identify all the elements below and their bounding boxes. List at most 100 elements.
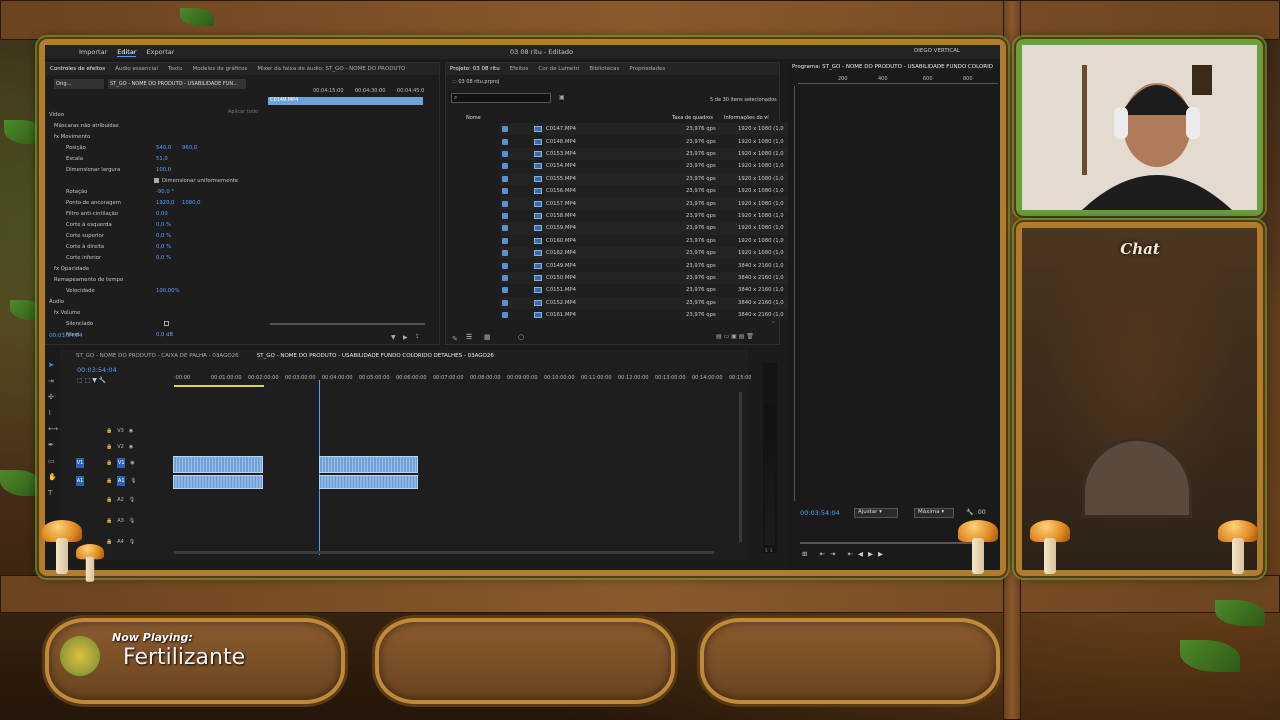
eye-icon[interactable]: ◉ (130, 460, 134, 466)
tab-effect-controls[interactable]: Controles de efeitos (50, 66, 105, 72)
sequence-dropdown[interactable]: ST_GO - NOME DO PRODUTO - USABILIDADE FU… (108, 79, 246, 89)
effect-scrollbar[interactable] (270, 323, 425, 325)
eye-icon[interactable]: ◉ (129, 444, 133, 450)
effect-property-row[interactable]: fx Movimento (54, 131, 261, 142)
file-label-color[interactable] (502, 287, 508, 294)
file-label-color[interactable] (502, 200, 508, 207)
list-view-icon[interactable]: ☰ (466, 333, 472, 341)
tab-text[interactable]: Texto (168, 66, 183, 72)
lock-icon[interactable]: 🔒 (106, 460, 112, 466)
file-row[interactable]: C0157.MP4 23,976 qps 1920 x 1080 (1,0 (500, 197, 812, 210)
file-label-color[interactable] (502, 138, 508, 145)
track-id[interactable]: V3 (117, 428, 124, 434)
effect-property-row[interactable]: Nível 0,0 dB (66, 329, 261, 340)
effect-property-value[interactable]: 0,0 % (156, 222, 182, 228)
tab-graphics-templates[interactable]: Modelos de gráficos (192, 66, 247, 72)
lock-icon[interactable]: 🔒 (106, 478, 112, 484)
file-label-color[interactable] (502, 188, 508, 195)
effect-timecode[interactable]: 00:03:54:04 (49, 333, 83, 339)
file-row[interactable]: C0147.MP4 23,976 qps 1920 x 1080 (1,0 (500, 123, 812, 136)
mute-checkbox[interactable] (164, 321, 169, 326)
column-video-info[interactable]: Informações do ví (724, 115, 769, 121)
step-forward-icon[interactable]: ▶ (878, 550, 888, 558)
tab-properties[interactable]: Propriedades (629, 66, 665, 72)
track-header[interactable]: 🔒 V2 ◉ (60, 439, 190, 454)
effect-property-value[interactable]: -90,0 ° (156, 189, 182, 195)
lock-icon[interactable]: 🔒 (106, 428, 112, 434)
file-label-color[interactable] (502, 150, 508, 157)
track-id[interactable]: A2 (117, 497, 124, 503)
effect-property-value[interactable]: 51,0 (156, 156, 182, 162)
program-timecode[interactable]: 00:03:54:04 (800, 509, 840, 517)
file-row[interactable]: C0159.MP4 23,976 qps 1920 x 1080 (1,0 (500, 222, 812, 235)
source-patch[interactable]: V1 (76, 457, 84, 468)
effect-property-row[interactable]: Ponto de ancoragem 1920,0 1080,0 (66, 197, 261, 208)
tab-sequence-caixa[interactable]: ST_GO - NOME DO PRODUTO - CAIXA DE PALHA… (76, 353, 239, 359)
menu-editar[interactable]: Editar (117, 48, 137, 57)
effect-property-value[interactable]: 0,00 (156, 211, 182, 217)
workspace-name[interactable]: DIEGO VERTICAL (914, 48, 960, 54)
file-row[interactable]: C0161.MP4 23,976 qps 3840 x 2160 (1,0 (500, 309, 812, 322)
file-row[interactable]: C0149.MP4 23,976 qps 3840 x 2160 (1,0 (500, 259, 812, 272)
zoom-slider[interactable]: ○ (518, 333, 524, 341)
effect-property-row[interactable]: Rotação -90,0 ° (66, 186, 261, 197)
lock-icon[interactable]: 🔒 (106, 444, 112, 450)
video-clip[interactable] (319, 456, 418, 473)
track-id[interactable]: A3 (117, 518, 124, 524)
effect-property-row[interactable]: fx Volume (54, 307, 261, 318)
lock-icon[interactable]: 🔒 (106, 497, 112, 503)
project-search-input[interactable]: ⌕ (451, 93, 551, 103)
effect-property-value[interactable]: 100,00% (156, 288, 182, 294)
play-icon[interactable]: ▶ (868, 550, 878, 558)
file-row[interactable]: C0153.MP4 23,976 qps 1920 x 1080 (1,0 (500, 147, 812, 161)
effect-property-row[interactable]: Escala 51,0 (66, 153, 261, 164)
source-patch[interactable]: A1 (76, 475, 84, 486)
tab-effects[interactable]: Efeitos (510, 66, 529, 72)
effect-property-row[interactable]: Velocidade 100,00% (66, 285, 261, 296)
file-label-color[interactable] (502, 225, 508, 232)
file-label-color[interactable] (502, 163, 508, 170)
project-bottom-icons[interactable]: ▤ ▭ ▣ ▤ 🗑 (716, 333, 754, 340)
effect-property-value[interactable]: 1080,0 (182, 200, 208, 206)
mark-out-icon[interactable]: ⇥ (830, 550, 840, 558)
file-row[interactable]: C0155.MP4 23,976 qps 1920 x 1080 (1,0 (500, 172, 812, 185)
effect-property-row[interactable]: Corte à direita 0,0 % (66, 241, 261, 252)
settings-icon[interactable]: 🔧 (99, 377, 106, 384)
tab-audio-mixer[interactable]: Mixer da faixa de áudio: ST_GO - NOME DO… (257, 66, 405, 72)
eye-icon[interactable]: ◉ (129, 428, 133, 434)
track-select-tool-icon[interactable]: ⇥ (48, 377, 56, 385)
effect-property-row[interactable]: Dimensionar uniformemente (154, 175, 349, 186)
effect-property-value[interactable]: 540,0 (156, 145, 182, 151)
new-bin-icon[interactable]: ▣ (559, 94, 565, 101)
effect-property-row[interactable]: Corte superior 0,0 % (66, 230, 261, 241)
column-name[interactable]: Nome (466, 115, 481, 121)
effect-property-value[interactable]: 100,0 (156, 167, 182, 173)
play-only-audio-icon[interactable]: ▶ (403, 334, 408, 341)
effect-clip-bar[interactable]: C0149.MP4 (268, 97, 423, 105)
mic-icon[interactable]: 🎙 (130, 478, 136, 484)
lock-icon[interactable]: 🔒 (106, 518, 112, 524)
file-row[interactable]: C0160.MP4 23,976 qps 1920 x 1080 (1,0 (500, 234, 812, 247)
file-label-color[interactable] (502, 250, 508, 257)
effect-property-row[interactable]: Filtro anti-cintilação 0,00 (66, 208, 261, 219)
effect-property-row[interactable]: Vídeo (49, 109, 261, 120)
menu-exportar[interactable]: Exportar (146, 48, 174, 56)
add-marker-icon[interactable]: ▼ (92, 377, 97, 384)
track-header[interactable]: V1 🔒 V1 ◉ (60, 455, 190, 470)
file-row[interactable]: C0162.MP4 23,976 qps 1920 x 1080 (1,0 (500, 247, 812, 260)
file-row[interactable]: C0158.MP4 23,976 qps 1920 x 1080 (1,0 (500, 209, 812, 223)
uniform-scale-checkbox[interactable] (154, 178, 159, 183)
insert-icon[interactable]: ⊞ (802, 550, 812, 558)
export-frame-icon[interactable]: ⇪ (415, 333, 420, 340)
timeline-timecode[interactable]: 00:03:54:04 (77, 366, 117, 374)
ripple-tool-icon[interactable]: ✣ (48, 393, 56, 401)
file-label-color[interactable] (502, 126, 508, 133)
source-dropdown[interactable]: Orig... (54, 79, 104, 89)
lock-icon[interactable]: 🔒 (106, 539, 112, 545)
linked-selection-icon[interactable]: ⬚ (85, 377, 91, 384)
mic-icon[interactable]: 🎙 (129, 497, 135, 503)
mic-icon[interactable]: 🎙 (129, 539, 135, 545)
file-row[interactable]: C0154.MP4 23,976 qps 1920 x 1080 (1,0 (500, 160, 812, 173)
work-area-bar[interactable] (174, 385, 264, 387)
tab-sequence-usabilidade[interactable]: ST_GO - NOME DO PRODUTO - USABILIDADE FU… (257, 353, 494, 359)
